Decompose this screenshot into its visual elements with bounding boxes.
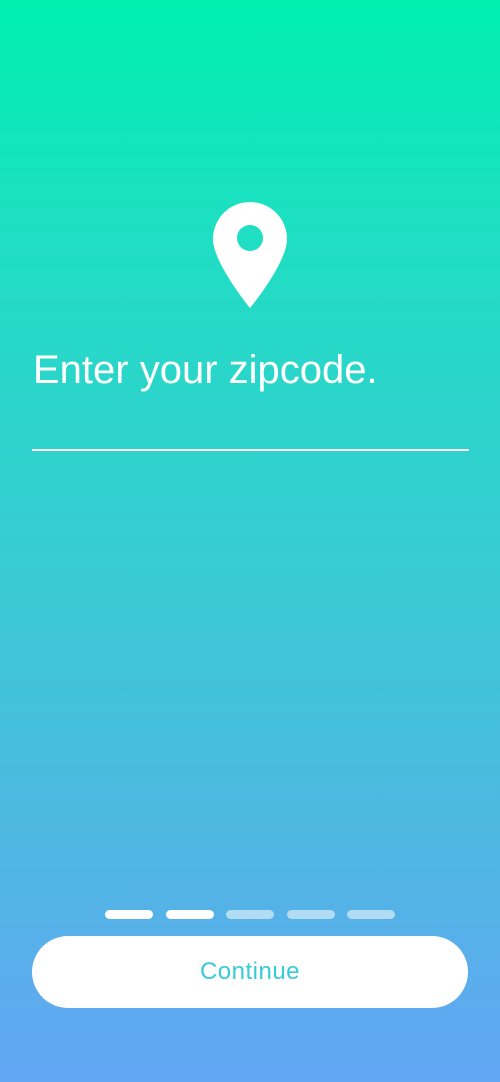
progress-step — [286, 910, 335, 919]
progress-step — [347, 910, 395, 919]
progress-step — [165, 910, 214, 919]
progress-step — [226, 910, 274, 919]
onboarding-screen: Enter your zipcode. Continue — [0, 0, 500, 1082]
progress-step — [105, 910, 153, 919]
continue-button[interactable]: Continue — [32, 936, 468, 1008]
page-title: Enter your zipcode. — [33, 348, 378, 392]
zipcode-input[interactable] — [32, 405, 469, 451]
step-progress-indicator — [105, 910, 395, 920]
location-pin-icon — [212, 201, 288, 309]
